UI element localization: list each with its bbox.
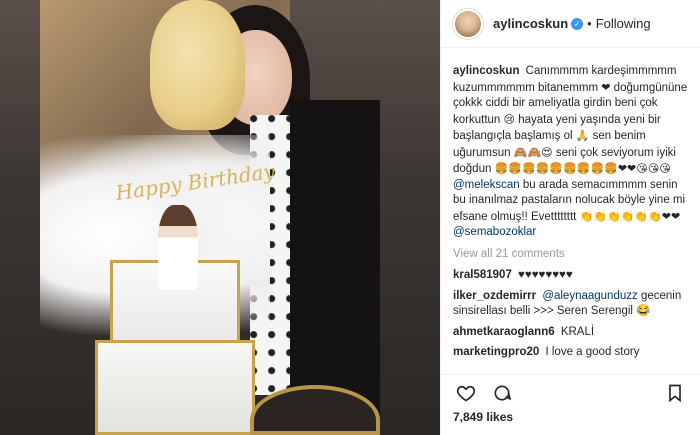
caption-emoji-2: 😢 (503, 112, 515, 126)
comment-item: ilker_ozdemirrr @aleynaagunduzz gecenin … (453, 289, 688, 320)
caption-emoji-4: 🙈🙈😍 (513, 145, 553, 159)
caption-emoji-3: 🙏 (575, 129, 590, 142)
verified-badge-icon: ✓ (571, 17, 584, 30)
bookmark-icon[interactable] (662, 380, 688, 406)
comment-text: KRALİ (560, 325, 595, 338)
heart-icon[interactable] (453, 380, 479, 406)
cake-figurine (158, 205, 198, 290)
comment-username[interactable]: marketingpro20 (453, 346, 539, 358)
caption-mention-1[interactable]: @melekscan (453, 179, 520, 191)
black-coat (290, 100, 380, 430)
caption-emoji-1: ❤ (601, 80, 611, 94)
header-username[interactable]: aylincoskun (493, 16, 568, 31)
woman-blonde-hair (150, 0, 245, 130)
cake-bottom-tier (95, 340, 255, 435)
comment-text: I love a good story (545, 346, 640, 358)
comment-item: marketingpro20 I love a good story (453, 345, 688, 361)
likes-count[interactable]: 7,849 likes (453, 410, 513, 424)
post-header: aylincoskun ✓ • Following (441, 0, 700, 48)
caption-mention-2[interactable]: @semabozoklar (453, 226, 536, 238)
post-photo[interactable]: Happy Birthday (0, 0, 440, 435)
following-button[interactable]: Following (596, 16, 651, 31)
avatar[interactable] (453, 8, 483, 39)
comment-mention[interactable]: @aleynaagunduzz (542, 290, 637, 302)
post-side-panel: aylincoskun ✓ • Following aylincoskun Ca… (440, 0, 700, 435)
comment-username[interactable]: kral581907 (453, 269, 512, 281)
comment-item: ahmetkaraoglann6 KRALİ (453, 325, 688, 341)
comment-icon[interactable] (489, 380, 515, 406)
comments-list[interactable]: aylincoskun Canımmmm kardeşimmmmm kuzumm… (441, 56, 700, 374)
post-caption: aylincoskun Canımmmm kardeşimmmmm kuzumm… (453, 64, 688, 241)
action-bar (441, 374, 700, 410)
view-all-comments-link[interactable]: View all 21 comments (453, 247, 688, 263)
caption-username[interactable]: aylincoskun (453, 65, 519, 77)
caption-emoji-6: 👏👏👏👏👏👏❤❤ (579, 209, 681, 223)
comment-text: ♥♥♥♥♥♥♥♥ (518, 269, 573, 281)
caption-emoji-5: 🍔🍔🍔🍔🍔🍔🍔🍔🍔❤❤😘😘😘 (494, 162, 671, 175)
comment-username[interactable]: ilker_ozdemirrr (453, 290, 536, 302)
comment-item: kral581907 ♥♥♥♥♥♥♥♥ (453, 268, 688, 284)
comment-username[interactable]: ahmetkaraoglann6 (453, 326, 555, 338)
separator-dot: • (587, 16, 592, 31)
